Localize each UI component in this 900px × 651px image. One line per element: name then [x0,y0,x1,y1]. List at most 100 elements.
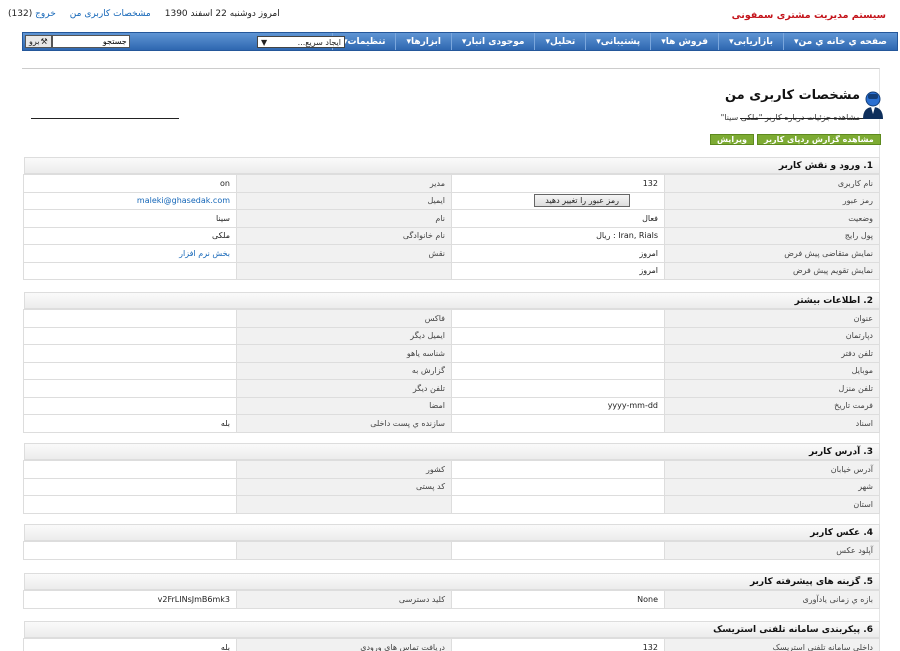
field-value: yyyy-mm-dd [451,396,665,415]
view-audit-button[interactable]: مشاهده گزارش ردپای کاربر [757,134,881,145]
nav-inventory[interactable]: موجودی انبار▾ [450,33,535,50]
field-value: بله [23,414,237,433]
field-value: امروز [451,244,665,263]
section-title: 2. اطلاعات بیشتر [24,292,880,309]
go-label: برو [29,37,40,46]
section-title: 4. عکس کاربر [24,524,880,541]
field-label: نام کاربری [664,174,880,193]
details-table: آپلود عکس [23,541,880,560]
details-table: نام کاربری 132 مدیر on رمز عبور رمز عبور… [23,174,880,280]
field-value [23,261,237,280]
logout-count: (132) [8,9,33,19]
page-header: مشخصات کاربری من مشاهده جزئیات درباره کا… [721,88,860,122]
section-photo: 4. عکس کاربر آپلود عکس [23,524,880,560]
field-label: نام [236,209,452,228]
top-info: امروز دوشنبه 22 اسفند 1390 مشخصات کاربری… [8,9,280,19]
table-row: فرمت تاریخ yyyy-mm-dd امضا [23,396,880,415]
field-label: سازنده ي پست داخلی [236,414,452,433]
table-row: آپلود عکس [23,541,880,560]
table-row: تلفن منزل تلفن دیگر [23,379,880,398]
field-label [236,541,452,560]
field-value [451,460,665,479]
section-title: 6. پیکربندی سامانه تلفنی استریسک [24,621,880,638]
details-table: داخلی سامانه تلفنی استریسک 132 دریافت تماس… [23,638,880,651]
field-value [451,361,665,380]
field-label: عنوان [664,309,880,328]
edit-button[interactable]: ویرایش [710,134,755,145]
field-label [236,261,452,280]
field-label: فرمت تاریخ [664,396,880,415]
chevron-down-icon: ▼ [261,37,268,47]
change-password-button[interactable]: رمز عبور را تغییر دهید [534,194,630,208]
field-label: نمایش متقاضی پیش فرض [664,244,880,263]
field-label: فاکس [236,309,452,328]
field-value: 132 [451,174,665,193]
quick-create-select[interactable]: ایجاد سریع... ▼ [257,36,345,48]
field-value [451,344,665,363]
field-value [23,495,237,514]
nav-marketing[interactable]: بازاریابی▾ [717,33,783,50]
field-value: فعال [451,209,665,228]
section-advanced: 5. گزینه های پیشرفته کاربر بازه ي زمانی … [23,573,880,609]
table-row: آدرس خیابان کشور [23,460,880,479]
role-cell: بخش نرم افزار [23,244,237,263]
section-more-info: 2. اطلاعات بیشتر عنوان فاکس دپارتمان ایمیل… [23,292,880,433]
table-row: داخلی سامانه تلفنی استریسک 132 دریافت تماس… [23,638,880,651]
field-value: 132 [451,638,665,651]
field-value: on [23,174,237,193]
table-row: شهر کد پستی [23,477,880,496]
field-value: امروز [451,261,665,280]
field-label: ایمیل [236,191,452,210]
search-input[interactable] [51,35,130,48]
search-tools: برو ⚒ [23,33,130,50]
field-label: پول رایج [664,226,880,245]
table-row: عنوان فاکس [23,309,880,328]
email-link[interactable]: maleki@ghasedak.com [137,196,230,205]
table-row: وضعیت فعال نام سینا [23,209,880,228]
email-cell: maleki@ghasedak.com [23,191,237,210]
table-row: تلفن دفتر شناسه یاهو [23,344,880,363]
table-row: نمایش متقاضی پیش فرض امروز نقش بخش نرم ا… [23,244,880,263]
table-row: پول رایج Iran, Rials : ریال نام خانوادگی… [23,226,880,245]
section-login-role: 1. ورود و نقش کاربر نام کاربری 132 مدیر … [23,157,880,280]
logout-link[interactable]: خروج [35,9,56,19]
field-label [236,495,452,514]
field-label: تلفن منزل [664,379,880,398]
field-label: نمایش تقویم پیش فرض [664,261,880,280]
nav-support[interactable]: پشتیبانی▾ [585,33,650,50]
table-row: موبایل گزارش به [23,361,880,380]
field-label: کشور [236,460,452,479]
details-table: آدرس خیابان کشور شهر کد پستی استان [23,460,880,514]
user-avatar-icon [860,90,886,120]
field-value [23,344,237,363]
nav-analytics[interactable]: تحلیل▾ [534,33,585,50]
field-label: وضعیت [664,209,880,228]
nav-tools[interactable]: ابزارها▾ [395,33,450,50]
subtitle-underline-right [740,118,870,119]
field-label: تلفن دفتر [664,344,880,363]
field-label: تلفن دیگر [236,379,452,398]
go-button[interactable]: برو ⚒ [25,35,52,48]
table-row: بازه ي زمانی یادآوری None کلید دسترسی v2FrL… [23,590,880,609]
field-label: شناسه یاهو [236,344,452,363]
page-actions: ویرایش مشاهده گزارش ردپای کاربر [710,134,881,145]
field-label: داخلی سامانه تلفنی استریسک [664,638,880,651]
table-row: اسناد سازنده ي پست داخلی بله [23,414,880,433]
field-value: v2FrLINsJmB6mk3 [23,590,237,609]
field-value [23,379,237,398]
field-value [23,396,237,415]
field-value [23,326,237,345]
my-profile-link[interactable]: مشخصات کاربری من [70,9,151,19]
top-bar: سیستم مدیریت مشتری سمفونی امروز دوشنبه 2… [0,0,900,32]
field-value [23,541,237,560]
role-link[interactable]: بخش نرم افزار [179,249,230,258]
field-label: دریافت تماس های ورودی [236,638,452,651]
field-label: کلید دسترسی [236,590,452,609]
field-label: استان [664,495,880,514]
nav-sales[interactable]: فروش ها▾ [650,33,718,50]
nav-home[interactable]: صفحه ي خانه ي من▾ [782,33,897,50]
field-label: گزارش به [236,361,452,380]
field-label: رمز عبور [664,191,880,210]
table-row: نمایش تقویم پیش فرض امروز [23,261,880,280]
table-row: دپارتمان ایمیل دیگر [23,326,880,345]
